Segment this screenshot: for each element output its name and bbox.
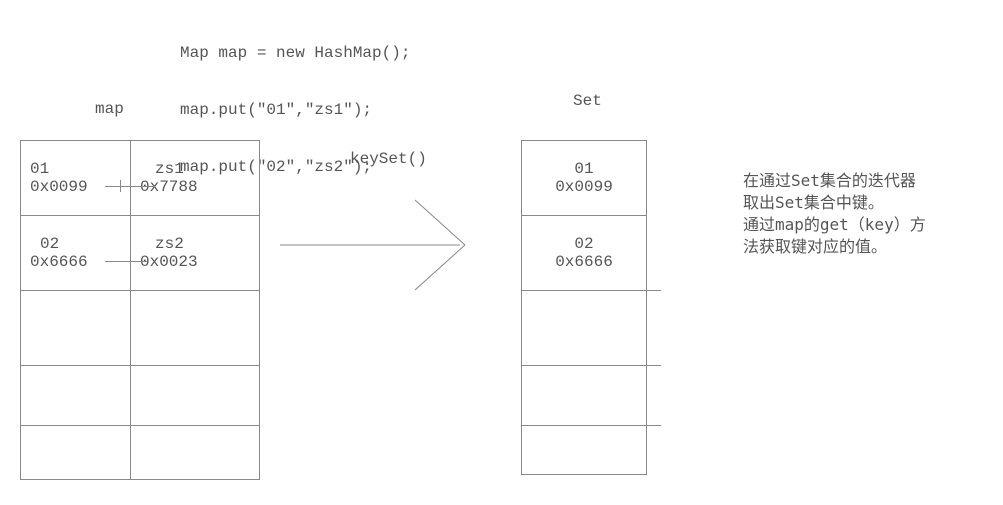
explain-line-4: 法获取键对应的值。 [743, 236, 993, 258]
map-key-2: 02 [40, 235, 59, 253]
map-row-sep-3 [20, 365, 260, 366]
set-heading: Set [573, 92, 602, 110]
set-addr-2: 0x6666 [521, 253, 647, 271]
explanation-text: 在通过Set集合的迭代器 取出Set集合中键。 通过map的get（key）方 … [743, 170, 993, 258]
explain-line-1: 在通过Set集合的迭代器 [743, 170, 993, 192]
set-tick-3 [647, 425, 661, 426]
map-tick-h-1 [105, 186, 155, 187]
set-key-1: 01 [521, 160, 647, 178]
set-key-2: 02 [521, 235, 647, 253]
map-divider [130, 140, 131, 480]
map-tick-h-2 [105, 261, 147, 262]
map-key-1: 01 [30, 160, 49, 178]
map-row-sep-2 [20, 290, 260, 291]
explain-line-2: 取出Set集合中键。 [743, 192, 993, 214]
map-val-addr-2: 0x0023 [140, 253, 198, 271]
map-val-2: zs2 [155, 235, 184, 253]
map-val-1: zs1 [155, 160, 184, 178]
arrow-icon [280, 190, 510, 300]
map-row-sep-4 [20, 425, 260, 426]
set-addr-1: 0x0099 [521, 178, 647, 196]
set-row-sep-2 [521, 290, 647, 291]
explain-line-3: 通过map的get（key）方 [743, 214, 993, 236]
map-key-addr-2: 0x6666 [30, 253, 88, 271]
set-row-sep-4 [521, 425, 647, 426]
map-heading: map [95, 100, 124, 118]
map-val-addr-1: 0x7788 [140, 178, 198, 196]
code-line-1: Map map = new HashMap(); [180, 44, 410, 63]
map-key-addr-1: 0x0099 [30, 178, 88, 196]
map-tick-v-1 [120, 180, 121, 192]
code-line-2: map.put("01","zs1"); [180, 101, 410, 120]
set-row-sep-1 [521, 215, 647, 216]
set-row-sep-3 [521, 365, 647, 366]
set-tick-1 [647, 290, 661, 291]
set-tick-2 [647, 365, 661, 366]
keyset-label: keySet() [350, 150, 427, 168]
map-row-sep-1 [20, 215, 260, 216]
